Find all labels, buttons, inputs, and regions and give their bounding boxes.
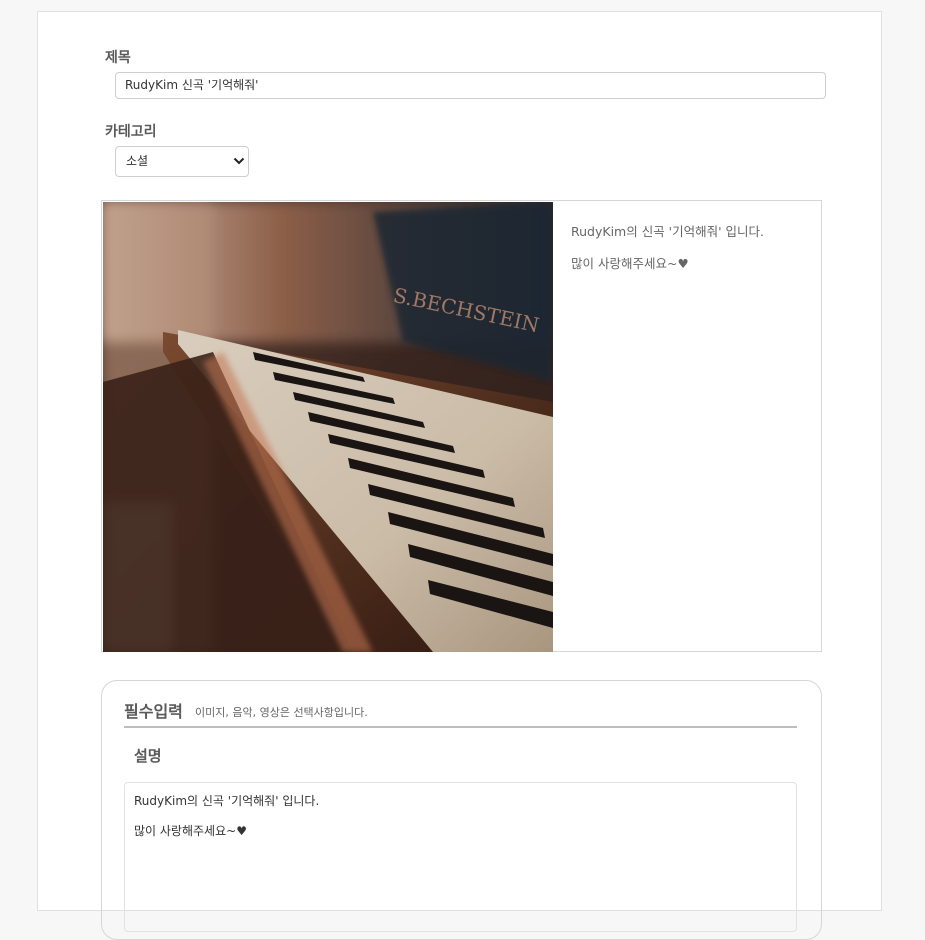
preview-caption: RudyKim의 신곡 '기억해줘' 입니다. 많이 사랑해주세요~♥	[571, 221, 801, 285]
required-input-section: 필수입력 이미지, 음악, 영상은 선택사항입니다. 설명 RudyKim의 신…	[101, 680, 822, 940]
description-line-1: RudyKim의 신곡 '기억해줘' 입니다.	[134, 794, 320, 808]
piano-image: S.BECHSTEIN	[103, 202, 553, 652]
piano-photo: S.BECHSTEIN	[103, 202, 553, 652]
required-title: 필수입력	[124, 702, 183, 721]
post-preview: S.BECHSTEIN RudyKim의 신곡 '기억해줘' 입니다. 많이 사…	[101, 200, 822, 652]
post-editor-panel: 제목 RudyKim 신곡 '기억해줘' 카테고리 소셜 S.BECHSTEIN…	[37, 11, 882, 940]
category-label: 카테고리	[105, 124, 157, 140]
description-line-2: 많이 사랑해주세요~♥	[134, 824, 247, 838]
description-textarea[interactable]: RudyKim의 신곡 '기억해줘' 입니다. 많이 사랑해주세요~♥	[124, 782, 797, 932]
title-input[interactable]: RudyKim 신곡 '기억해줘'	[115, 72, 826, 99]
required-note: 이미지, 음악, 영상은 선택사항입니다.	[195, 706, 368, 719]
preview-line-1: RudyKim의 신곡 '기억해줘' 입니다.	[571, 224, 764, 239]
title-label: 제목	[105, 50, 131, 66]
category-select-value: 소셜	[126, 154, 149, 168]
chevron-down-icon	[233, 157, 245, 165]
description-label: 설명	[134, 747, 162, 765]
category-select[interactable]: 소셜	[115, 146, 249, 177]
preview-line-2: 많이 사랑해주세요~♥	[571, 256, 689, 271]
section-divider	[124, 726, 797, 728]
